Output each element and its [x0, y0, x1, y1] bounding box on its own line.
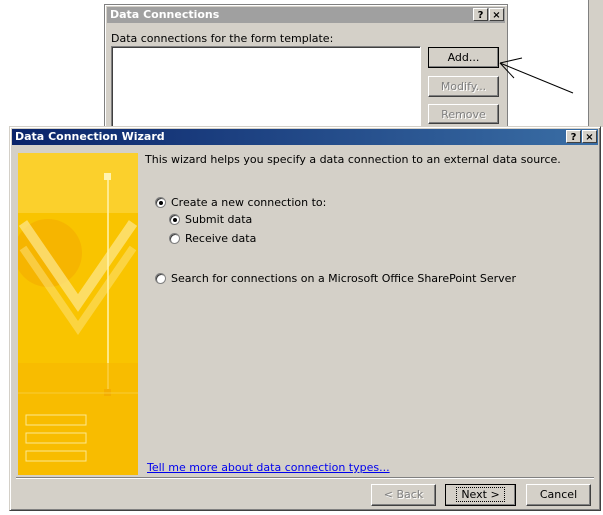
data-connection-wizard: Data Connection Wizard ? × This wizard h…: [9, 126, 601, 511]
decorative-graphic-icon: [18, 153, 138, 475]
radio-search-sharepoint[interactable]: [155, 273, 166, 284]
option-receive-data[interactable]: Receive data: [169, 232, 256, 245]
option-submit-data[interactable]: Submit data: [169, 213, 252, 226]
radio-create-new[interactable]: [155, 197, 166, 208]
help-link[interactable]: Tell me more about data connection types…: [147, 461, 390, 474]
option-create-new-label: Create a new connection to:: [171, 196, 327, 209]
option-submit-data-label: Submit data: [185, 213, 253, 226]
back-button[interactable]: < Back: [371, 484, 436, 506]
radio-receive-data[interactable]: [169, 233, 180, 244]
wizard-title: Data Connection Wizard: [15, 130, 165, 143]
wizard-titlebar: Data Connection Wizard ? ×: [12, 129, 598, 145]
close-button[interactable]: ×: [582, 130, 597, 143]
option-search-sharepoint-label: Search for connections on a Microsoft Of…: [171, 272, 516, 285]
help-button[interactable]: ?: [566, 130, 581, 143]
wizard-intro-text: This wizard helps you specify a data con…: [145, 153, 561, 166]
button-separator: [16, 477, 594, 479]
next-button-label: Next >: [456, 487, 505, 502]
option-receive-data-label: Receive data: [185, 232, 257, 245]
option-create-new[interactable]: Create a new connection to:: [155, 196, 326, 209]
cancel-button[interactable]: Cancel: [526, 484, 591, 506]
wizard-banner-image: [18, 153, 138, 475]
radio-submit-data[interactable]: [169, 214, 180, 225]
next-button[interactable]: Next >: [445, 484, 516, 506]
option-search-sharepoint[interactable]: Search for connections on a Microsoft Of…: [155, 272, 516, 285]
